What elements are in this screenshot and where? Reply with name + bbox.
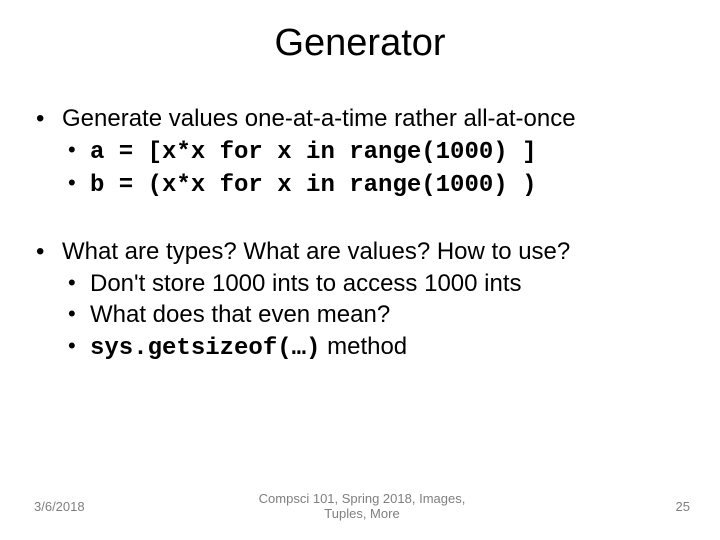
bullet-item: What are types? What are values? How to …: [30, 236, 690, 365]
slide-content: Generate values one-at-a-time rather all…: [0, 73, 720, 365]
footer-line2: Tuples, More: [324, 506, 399, 521]
sub-item: Don't store 1000 ints to access 1000 int…: [62, 268, 690, 300]
sub-list: Don't store 1000 ints to access 1000 int…: [62, 268, 690, 365]
footer-center: Compsci 101, Spring 2018, Images, Tuples…: [114, 491, 610, 522]
code-text: b = (x*x for x in range(1000) ): [90, 172, 536, 199]
slide: Generator Generate values one-at-a-time …: [0, 0, 720, 540]
sub-list: a = [x*x for x in range(1000) ] b = (x*x…: [62, 135, 690, 202]
bullet-item: Generate values one-at-a-time rather all…: [30, 103, 690, 202]
bullet-list: What are types? What are values? How to …: [30, 236, 690, 365]
sub-item: a = [x*x for x in range(1000) ]: [62, 135, 690, 169]
sub-item: b = (x*x for x in range(1000) ): [62, 168, 690, 202]
bullet-text: What does that even mean?: [90, 301, 390, 328]
code-text: sys.getsizeof(…): [90, 335, 320, 362]
footer-date: 3/6/2018: [34, 499, 114, 514]
slide-title: Generator: [0, 0, 720, 73]
footer-page-number: 25: [610, 499, 690, 514]
bullet-text: What are types? What are values? How to …: [62, 238, 570, 265]
sub-item: sys.getsizeof(…) method: [62, 331, 690, 365]
bullet-text: Don't store 1000 ints to access 1000 int…: [90, 270, 522, 297]
bullet-text: Generate values one-at-a-time rather all…: [62, 105, 576, 132]
footer: 3/6/2018 Compsci 101, Spring 2018, Image…: [0, 491, 720, 522]
sub-item: What does that even mean?: [62, 299, 690, 331]
bullet-list: Generate values one-at-a-time rather all…: [30, 103, 690, 202]
spacer: [30, 204, 690, 236]
footer-line1: Compsci 101, Spring 2018, Images,: [259, 491, 466, 506]
code-text: a = [x*x for x in range(1000) ]: [90, 139, 536, 166]
bullet-text: method: [320, 333, 407, 360]
